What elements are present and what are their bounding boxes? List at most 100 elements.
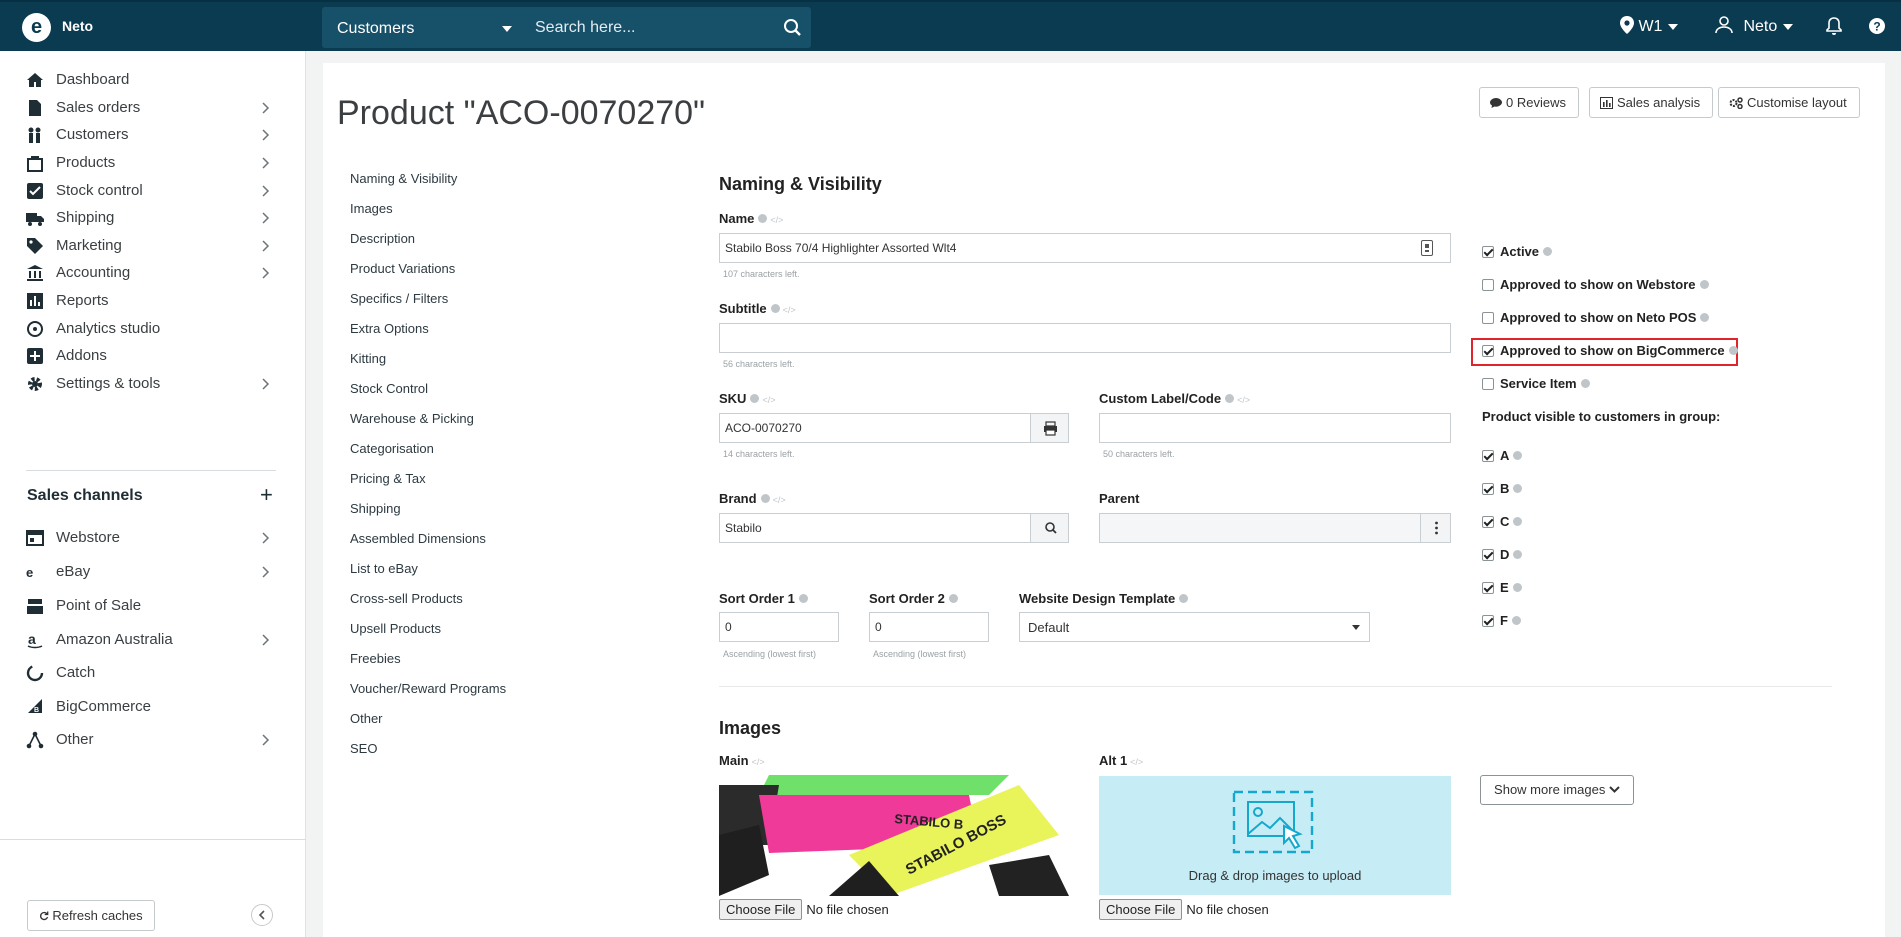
section-link[interactable]: Assembled Dimensions	[350, 531, 486, 546]
sort-order-2-input[interactable]	[869, 612, 989, 642]
active-checkbox[interactable]	[1482, 246, 1494, 258]
sort-order-1-input[interactable]	[719, 612, 839, 642]
info-icon[interactable]	[770, 304, 780, 313]
section-link[interactable]: Naming & Visibility	[350, 171, 457, 186]
group-e-checkbox-row[interactable]: E	[1482, 580, 1522, 598]
info-icon[interactable]	[798, 594, 808, 603]
section-link[interactable]: Warehouse & Picking	[350, 411, 474, 426]
info-icon[interactable]	[1179, 594, 1189, 603]
info-icon[interactable]	[750, 394, 760, 403]
sidebar-item-products[interactable]: Products	[0, 148, 306, 178]
section-link[interactable]: SEO	[350, 741, 377, 756]
info-icon[interactable]	[1513, 484, 1523, 493]
pos-checkbox[interactable]	[1482, 312, 1494, 324]
info-icon[interactable]	[1700, 313, 1710, 322]
choose-file-button[interactable]: Choose File	[719, 899, 803, 920]
info-icon[interactable]	[760, 494, 770, 503]
info-icon[interactable]	[1580, 379, 1590, 388]
section-link[interactable]: Product Variations	[350, 261, 455, 276]
sidebar-item-other[interactable]: Other	[0, 725, 306, 755]
sidebar-item-ebay[interactable]: e eBay	[0, 557, 306, 587]
section-link[interactable]: Description	[350, 231, 415, 246]
code-icon[interactable]: </>	[762, 395, 775, 405]
active-checkbox-row[interactable]: Active	[1482, 244, 1553, 262]
code-icon[interactable]: </>	[770, 215, 783, 225]
section-link[interactable]: Stock Control	[350, 381, 428, 396]
sidebar-item-accounting[interactable]: Accounting	[0, 258, 306, 288]
code-icon[interactable]: </>	[773, 495, 786, 505]
section-link[interactable]: Freebies	[350, 651, 401, 666]
sidebar-item-catch[interactable]: Catch	[0, 658, 306, 688]
sidebar-item-shipping[interactable]: Shipping	[0, 203, 306, 233]
customise-layout-button[interactable]: Customise layout	[1718, 87, 1860, 118]
name-input[interactable]	[719, 233, 1451, 263]
section-link[interactable]: Categorisation	[350, 441, 434, 456]
translate-icon[interactable]	[1421, 240, 1433, 256]
brand-search-button[interactable]	[1030, 513, 1069, 543]
help-button[interactable]: ?	[1868, 17, 1886, 40]
sidebar-item-point-of-sale[interactable]: Point of Sale	[0, 591, 306, 621]
sidebar-item-dashboard[interactable]: Dashboard	[0, 65, 306, 95]
alt-file-input[interactable]: Choose File No file chosen	[1099, 899, 1269, 920]
image-dropzone[interactable]: Drag & drop images to upload	[1099, 776, 1451, 895]
group-checkbox[interactable]	[1482, 615, 1494, 627]
collapse-sidebar-button[interactable]	[251, 904, 273, 926]
section-link[interactable]: Specifics / Filters	[350, 291, 448, 306]
section-link[interactable]: Pricing & Tax	[350, 471, 426, 486]
sidebar-item-addons[interactable]: Addons	[0, 341, 306, 371]
user-menu[interactable]: Neto	[1715, 16, 1794, 36]
info-icon[interactable]	[1512, 583, 1522, 592]
code-icon[interactable]: </>	[1130, 757, 1143, 767]
info-icon[interactable]	[1699, 280, 1709, 289]
search-scope-select[interactable]: Customers	[322, 7, 522, 48]
sidebar-item-settings[interactable]: Settings & tools	[0, 369, 306, 399]
info-icon[interactable]	[758, 214, 768, 223]
sidebar-item-sales-orders[interactable]: Sales orders	[0, 93, 306, 123]
search-button[interactable]	[772, 7, 811, 48]
sidebar-item-stock-control[interactable]: Stock control	[0, 176, 306, 206]
sidebar-item-customers[interactable]: Customers	[0, 120, 306, 150]
sku-input[interactable]	[719, 413, 1031, 443]
parent-input[interactable]	[1099, 513, 1421, 543]
info-icon[interactable]	[1513, 550, 1523, 559]
reviews-button[interactable]: 0 Reviews	[1479, 87, 1579, 118]
info-icon[interactable]	[1728, 346, 1738, 355]
bigcommerce-checkbox-row[interactable]: Approved to show on BigCommerce	[1482, 343, 1738, 361]
neto-logo-icon[interactable]: e	[22, 13, 51, 42]
custom-label-input[interactable]	[1099, 413, 1451, 443]
webstore-checkbox-row[interactable]: Approved to show on Webstore	[1482, 277, 1709, 295]
sidebar-item-webstore[interactable]: Webstore	[0, 523, 306, 553]
info-icon[interactable]	[1511, 616, 1521, 625]
group-checkbox[interactable]	[1482, 450, 1494, 462]
bigcommerce-checkbox[interactable]	[1482, 345, 1494, 357]
info-icon[interactable]	[1513, 517, 1523, 526]
pos-checkbox-row[interactable]: Approved to show on Neto POS	[1482, 310, 1710, 328]
group-checkbox[interactable]	[1482, 516, 1494, 528]
info-icon[interactable]	[1513, 451, 1523, 460]
parent-menu-button[interactable]	[1420, 513, 1451, 543]
section-link[interactable]: Kitting	[350, 351, 386, 366]
main-product-image[interactable]: STABILO B STABILO BOSS	[719, 775, 1069, 896]
subtitle-input[interactable]	[719, 323, 1451, 353]
section-link[interactable]: Other	[350, 711, 383, 726]
section-link[interactable]: Voucher/Reward Programs	[350, 681, 506, 696]
section-link[interactable]: Extra Options	[350, 321, 429, 336]
print-sku-button[interactable]	[1030, 413, 1069, 443]
main-file-input[interactable]: Choose File No file chosen	[719, 899, 889, 920]
code-icon[interactable]: </>	[1237, 395, 1250, 405]
sidebar-item-reports[interactable]: Reports	[0, 286, 306, 316]
show-more-images-button[interactable]: Show more images	[1480, 775, 1634, 805]
sidebar-item-amazon-australia[interactable]: a Amazon Australia	[0, 625, 306, 655]
service-item-checkbox-row[interactable]: Service Item	[1482, 376, 1590, 394]
choose-file-button[interactable]: Choose File	[1099, 899, 1183, 920]
refresh-caches-button[interactable]: Refresh caches	[27, 900, 155, 931]
sidebar-item-marketing[interactable]: Marketing	[0, 231, 306, 261]
section-link[interactable]: List to eBay	[350, 561, 418, 576]
location-menu[interactable]: W1	[1620, 16, 1679, 36]
notifications-button[interactable]	[1826, 17, 1842, 40]
code-icon[interactable]: </>	[752, 757, 765, 767]
search-input[interactable]	[522, 7, 772, 48]
group-checkbox[interactable]	[1482, 549, 1494, 561]
section-link[interactable]: Cross-sell Products	[350, 591, 463, 606]
group-a-checkbox-row[interactable]: A	[1482, 448, 1523, 466]
